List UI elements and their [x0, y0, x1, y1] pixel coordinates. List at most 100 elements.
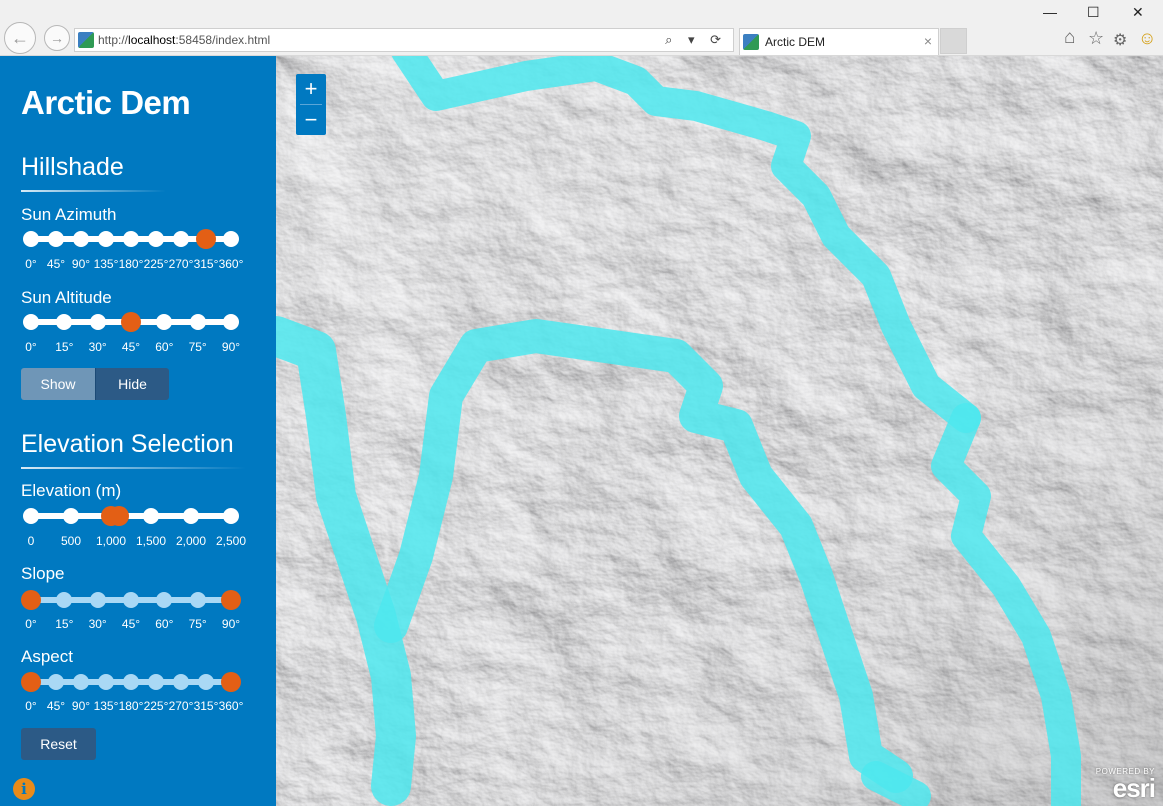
- slider-stop: [98, 674, 114, 690]
- tick-label: 45°: [121, 340, 141, 354]
- tick-label: 15°: [55, 340, 74, 354]
- tick-label: 15°: [55, 617, 74, 631]
- tick-label: 225°: [143, 257, 169, 271]
- tick-label: 360°: [218, 699, 244, 713]
- slider-stop: [63, 508, 79, 524]
- tab-favicon-icon: [743, 34, 759, 50]
- tick-label: 225°: [143, 699, 169, 713]
- slider-stop: [56, 592, 73, 608]
- slope-ticks: 0° 15° 30° 45° 60° 75° 90°: [21, 617, 241, 631]
- new-tab-button[interactable]: [940, 28, 967, 54]
- zoom-in-button[interactable]: +: [296, 74, 326, 104]
- slider-stop: [189, 314, 206, 330]
- tick-label: 2,500: [215, 534, 247, 548]
- tick-label: 45°: [46, 699, 66, 713]
- slider-handle[interactable]: [221, 590, 241, 610]
- elevation-range-slider[interactable]: [21, 506, 241, 526]
- tick-label: 2,000: [175, 534, 207, 548]
- tick-label: 1,500: [135, 534, 167, 548]
- hillshade-terrain: [276, 56, 1163, 806]
- slider-handle[interactable]: [196, 229, 216, 249]
- slider-handle[interactable]: [21, 672, 41, 692]
- favorites-star-icon[interactable]: ☆: [1088, 28, 1104, 49]
- slider-stop: [183, 508, 199, 524]
- tick-label: 75°: [188, 617, 207, 631]
- back-button[interactable]: ←: [4, 22, 36, 54]
- maximize-icon[interactable]: ☐: [1087, 4, 1100, 21]
- slider-stop: [223, 508, 239, 524]
- slider-stop: [48, 231, 64, 247]
- sun-azimuth-label: Sun Azimuth: [21, 205, 117, 224]
- tick-label: 30°: [88, 340, 107, 354]
- zoom-out-button[interactable]: −: [296, 105, 326, 135]
- aspect-label: Aspect: [21, 647, 73, 666]
- tick-label: 0: [27, 534, 35, 548]
- tick-label: 0°: [25, 617, 37, 631]
- slider-stop: [123, 592, 139, 608]
- close-window-icon[interactable]: ✕: [1132, 4, 1144, 21]
- slider-stop: [173, 231, 189, 247]
- tab-arctic-dem[interactable]: Arctic DEM ×: [739, 28, 939, 55]
- sun-altitude-slider[interactable]: [21, 312, 241, 332]
- slider-stop: [98, 231, 114, 247]
- slider-handle[interactable]: [21, 590, 41, 610]
- tick-label: 45°: [121, 617, 141, 631]
- tick-label: 500: [60, 534, 82, 548]
- elevation-divider: [21, 467, 246, 469]
- slider-handle[interactable]: [109, 506, 129, 526]
- slider-stop: [198, 674, 214, 690]
- app-title: Arctic Dem: [21, 84, 191, 121]
- sun-azimuth-ticks: 0° 45° 90° 135° 180° 225° 270° 315° 360°: [21, 257, 244, 271]
- slider-stop: [89, 592, 106, 608]
- info-icon[interactable]: i: [13, 778, 35, 800]
- tick-label: 135°: [93, 257, 119, 271]
- sun-altitude-ticks: 0° 15° 30° 45° 60° 75° 90°: [21, 340, 241, 354]
- slider-handle[interactable]: [121, 312, 141, 332]
- settings-gear-icon[interactable]: ⚙: [1113, 30, 1127, 50]
- slider-stop: [148, 674, 164, 690]
- hide-hillshade-button[interactable]: Hide: [95, 368, 169, 400]
- aspect-range-slider[interactable]: [21, 672, 241, 692]
- hillshade-divider: [21, 190, 166, 192]
- tick-label: 0°: [25, 699, 37, 713]
- slope-range-slider[interactable]: [21, 590, 241, 610]
- tick-label: 45°: [46, 257, 66, 271]
- forward-button[interactable]: →: [44, 25, 70, 51]
- tick-label: 75°: [188, 340, 207, 354]
- slider-stop: [73, 231, 89, 247]
- slider-stop: [56, 314, 73, 330]
- forward-arrow-icon: →: [50, 30, 64, 46]
- reset-button[interactable]: Reset: [21, 728, 96, 760]
- slider-stop: [123, 231, 139, 247]
- slider-stop: [173, 674, 189, 690]
- slider-stop: [148, 231, 164, 247]
- aspect-ticks: 0° 45° 90° 135° 180° 225° 270° 315° 360°: [21, 699, 244, 713]
- tick-label: 270°: [168, 257, 194, 271]
- slider-handle[interactable]: [221, 672, 241, 692]
- map-view[interactable]: + − POWERED BY esri: [276, 56, 1163, 806]
- tick-label: 180°: [118, 699, 144, 713]
- sidebar-panel: Arctic Dem Hillshade Sun Azimuth 0° 45° 90…: [0, 56, 276, 806]
- tick-label: 1,000: [95, 534, 127, 548]
- tick-label: 90°: [71, 257, 91, 271]
- esri-attribution: POWERED BY esri: [1096, 767, 1156, 801]
- home-icon[interactable]: ⌂: [1064, 27, 1075, 49]
- tick-label: 60°: [155, 340, 174, 354]
- slider-stop: [73, 674, 89, 690]
- tab-close-icon[interactable]: ×: [924, 33, 932, 49]
- slider-stop: [48, 674, 64, 690]
- address-bar[interactable]: http://localhost:58458/index.html ⌕ ▾ ⟳: [74, 28, 734, 52]
- elevation-label: Elevation (m): [21, 481, 122, 500]
- browser-chrome: ← → http://localhost:58458/index.html ⌕ …: [0, 0, 1163, 56]
- search-refresh-icons[interactable]: ⌕ ▾ ⟳: [665, 32, 727, 48]
- tick-label: 360°: [218, 257, 244, 271]
- feedback-smiley-icon[interactable]: ☺: [1138, 28, 1156, 49]
- slider-stop: [156, 592, 173, 608]
- show-hillshade-button[interactable]: Show: [21, 368, 95, 400]
- tick-label: 90°: [221, 340, 241, 354]
- minimize-icon[interactable]: —: [1043, 4, 1057, 20]
- tick-label: 315°: [193, 699, 219, 713]
- zoom-control: + −: [296, 74, 326, 135]
- sun-azimuth-slider[interactable]: [21, 229, 241, 249]
- tick-label: 180°: [118, 257, 144, 271]
